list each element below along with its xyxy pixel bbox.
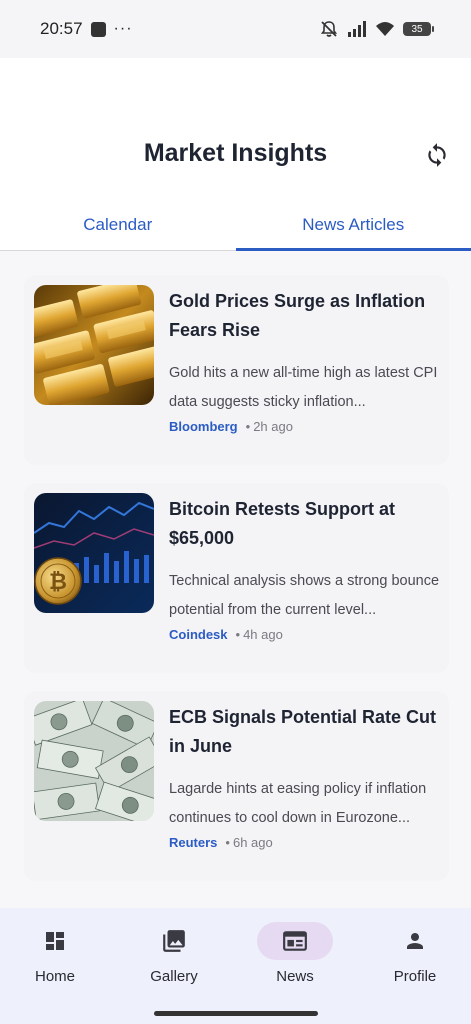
article-time: 6h ago [232, 835, 273, 850]
nav-profile-icon-wrap [377, 922, 453, 960]
refresh-button[interactable] [422, 140, 452, 170]
bottom-navigation: Home Gallery News Profile [0, 908, 471, 1024]
gold-bars-image [34, 285, 154, 405]
nav-home-icon-wrap [17, 922, 93, 960]
battery-level: 35 [411, 23, 423, 35]
article-meta: Coindesk • 4h ago [169, 627, 283, 642]
article-card[interactable]: ₿ Bitcoin Retests Support at $65,000 Tec… [24, 483, 449, 673]
home-indicator[interactable] [154, 1011, 318, 1016]
status-bar: 20:57 ··· 35 [0, 0, 471, 58]
page-title: Market Insights [143, 139, 328, 167]
nav-gallery[interactable]: Gallery [115, 922, 233, 992]
notification-icon [90, 21, 106, 37]
article-title: ECB Signals Potential Rate Cut in June [169, 707, 437, 756]
dashboard-icon [46, 932, 64, 950]
article-title: Gold Prices Surge as Inflation Fears Ris… [169, 291, 426, 340]
article-meta: Bloomberg • 2h ago [169, 419, 293, 434]
article-description: Gold hits a new all-time high as latest … [169, 365, 438, 410]
tab-news-articles-label: News Articles [302, 215, 405, 234]
nav-news[interactable]: News [236, 922, 354, 992]
nav-gallery-icon-wrap [136, 922, 212, 960]
article-card[interactable]: Gold Prices Surge as Inflation Fears Ris… [24, 275, 449, 465]
article-title: Bitcoin Retests Support at $65,000 [169, 499, 396, 548]
nav-home[interactable]: Home [0, 922, 114, 992]
tab-news-articles[interactable]: News Articles [235, 200, 471, 251]
article-card[interactable]: ECB Signals Potential Rate Cut in June L… [24, 691, 449, 881]
article-time: 4h ago [243, 627, 283, 642]
article-meta: Reuters • 6h ago [169, 835, 273, 850]
tab-calendar-label: Calendar [83, 215, 153, 234]
meta-separator: • [225, 835, 230, 850]
meta-separator: • [245, 419, 251, 434]
wifi-icon [376, 22, 394, 36]
tab-bar: Calendar News Articles [0, 200, 471, 251]
nav-home-label: Home [34, 968, 75, 985]
app-header [0, 58, 471, 200]
newspaper-icon [283, 931, 307, 951]
nav-profile-label: Profile [393, 968, 437, 985]
news-list: Gold Prices Surge as Inflation Fears Ris… [0, 251, 471, 908]
refresh-icon [428, 143, 446, 167]
article-source[interactable]: Coindesk [169, 627, 228, 642]
status-right: 35 [319, 20, 434, 38]
nav-news-icon-wrap [257, 922, 333, 960]
person-icon [407, 933, 423, 949]
signal-icon [348, 21, 366, 37]
article-time: 2h ago [253, 419, 293, 434]
article-source[interactable]: Bloomberg [169, 419, 238, 434]
more-notifications-icon: ··· [113, 20, 133, 37]
dollar-bills-image [34, 701, 154, 821]
article-description: Lagarde hints at easing policy if inflat… [169, 781, 427, 826]
article-source[interactable]: Reuters [169, 835, 217, 850]
status-left: 20:57 ··· [40, 19, 133, 39]
gallery-icon [163, 930, 185, 952]
meta-separator: • [235, 627, 241, 642]
status-time: 20:57 [40, 19, 83, 38]
nav-profile[interactable]: Profile [356, 922, 471, 992]
article-description: Technical analysis shows a strong bounce… [169, 573, 440, 618]
bitcoin-chart-image: ₿ [34, 493, 154, 613]
tab-calendar[interactable]: Calendar [0, 200, 236, 250]
nav-gallery-label: Gallery [150, 968, 198, 985]
battery-icon: 35 [403, 22, 434, 36]
svg-text:₿: ₿ [49, 570, 67, 595]
nav-news-label: News [276, 968, 314, 985]
mute-icon [320, 21, 338, 37]
